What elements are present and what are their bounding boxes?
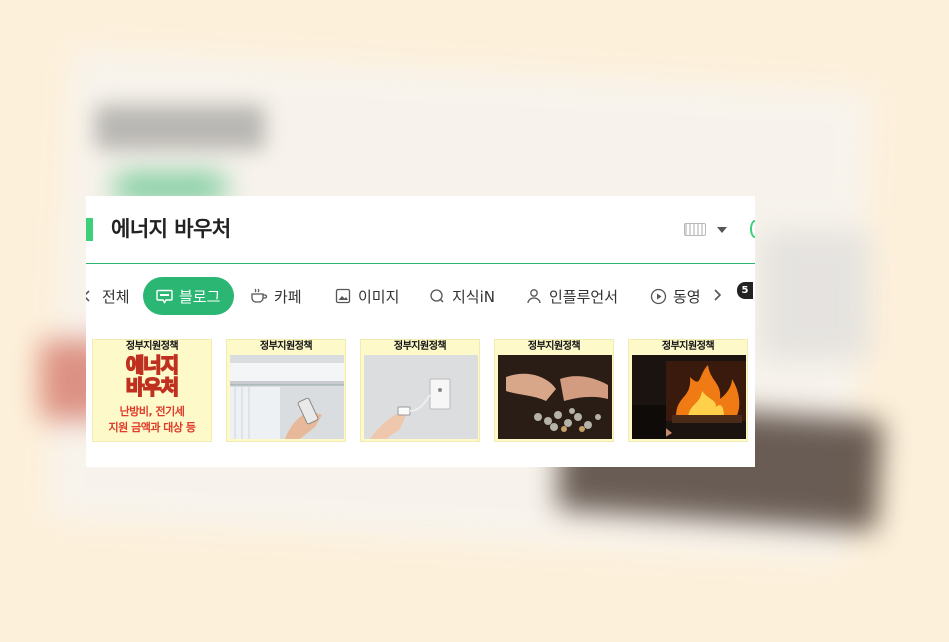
thumbnail-header: 정부지원정책: [393, 341, 447, 352]
chevron-left-icon: [86, 287, 96, 305]
thumbnail-main-title: 에너지 바우처: [93, 353, 211, 399]
search-query-text[interactable]: 에너지 바우처: [111, 213, 231, 243]
tab-image-label: 이미지: [358, 287, 400, 306]
truncated-text-row: [86, 324, 755, 332]
thumbnail-main-title-line: 에너지: [125, 353, 180, 377]
tab-knowledge-label: 지식iN: [452, 287, 495, 306]
tab-image[interactable]: 이미지: [334, 277, 399, 315]
blog-icon: [155, 287, 173, 305]
fireplace-image: [632, 355, 746, 439]
knowledge-icon: [428, 287, 446, 305]
search-divider: [86, 263, 755, 264]
thumbnail-main-title-line: 바우처: [125, 375, 180, 399]
search-accent-bar: [86, 218, 93, 241]
caret-down-icon[interactable]: [717, 227, 727, 233]
tab-influencer-label: 인플루언서: [549, 287, 619, 306]
tab-video[interactable]: 동영: [649, 277, 701, 315]
thumbnail-4[interactable]: 정부지원정책: [494, 339, 614, 442]
power-outlet-image: [364, 355, 478, 439]
thumbnail-1[interactable]: 정부지원정책 에너지 바우처 난방비, 전기세 지원 금액과 대상 등: [92, 339, 212, 442]
thumbnail-sub-1: 난방비, 전기세: [119, 405, 185, 418]
thumbnail-sub-2: 지원 금액과 대상 등: [108, 421, 196, 434]
thumbnail-header: 정부지원정책: [661, 341, 715, 352]
tab-video-label: 동영: [673, 287, 701, 306]
air-conditioner-image: [230, 355, 344, 439]
thumbnail-2[interactable]: 정부지원정책: [226, 339, 346, 442]
thumbnail-header: 정부지원정책: [125, 341, 179, 352]
tab-all[interactable]: 전체: [86, 277, 130, 315]
tab-cafe-label: 카페: [274, 287, 302, 306]
thumbnail-5[interactable]: 정부지원정책: [628, 339, 748, 442]
tab-cafe[interactable]: 카페: [250, 277, 302, 315]
thumbnail-header: 정부지원정책: [259, 341, 313, 352]
chevron-right-icon[interactable]: [712, 287, 722, 306]
hands-coins-image: [498, 355, 612, 439]
thumbnail-3[interactable]: 정부지원정책: [360, 339, 480, 442]
cafe-icon: [250, 287, 268, 305]
tab-influencer[interactable]: 인플루언서: [525, 277, 618, 315]
image-count-badge: 5: [737, 282, 753, 299]
thumbnail-header: 정부지원정책: [527, 341, 581, 352]
thumbnail-strip: 정부지원정책 에너지 바우처 난방비, 전기세 지원 금액과 대상 등 정부지원정…: [92, 339, 755, 444]
tab-all-label: 전체: [102, 287, 130, 306]
image-icon: [334, 287, 352, 305]
background-title-blur: [95, 105, 265, 150]
play-icon: [649, 287, 667, 305]
tab-blog[interactable]: 블로그: [143, 277, 235, 315]
person-icon: [525, 287, 543, 305]
tab-blog-label: 블로그: [179, 287, 221, 306]
search-result-card: 에너지 바우처 전체 블로그 카페 이미지 지식iN 인플루언서 동영 정부지원…: [86, 196, 755, 467]
search-tabs: 전체 블로그 카페 이미지 지식iN 인플루언서 동영: [86, 277, 755, 315]
search-button-edge[interactable]: [750, 220, 755, 238]
background-grey-blur: [760, 230, 870, 360]
tab-knowledge[interactable]: 지식iN: [428, 277, 495, 315]
keyboard-icon[interactable]: [684, 223, 706, 236]
